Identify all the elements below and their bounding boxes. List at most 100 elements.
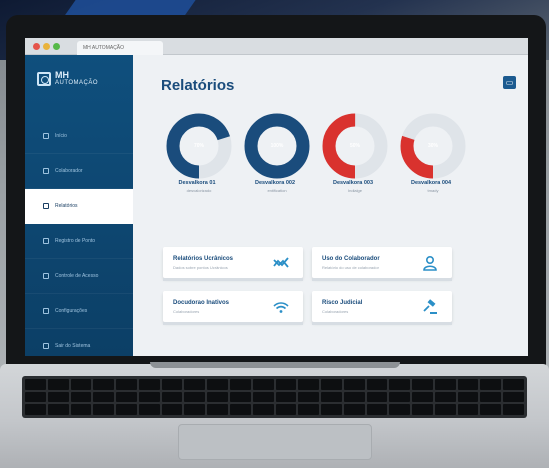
keyboard-key — [434, 391, 456, 403]
keyboard-key — [366, 404, 388, 415]
card-subtitle: Colaboradores — [173, 309, 200, 314]
keyboard-key — [70, 404, 92, 415]
sidebar-item-registro-ponto[interactable]: Registro de Ponto — [25, 224, 133, 259]
card-underline — [312, 278, 452, 281]
keyboard-key — [252, 404, 274, 415]
keyboard-key — [207, 404, 228, 415]
keyboard-key — [116, 391, 137, 403]
card-uso-colaborador[interactable]: Uso do Colaborador Relatório do uso de c… — [312, 247, 452, 281]
keyboard-key — [161, 391, 183, 403]
keyboard-key — [503, 404, 524, 415]
gear-icon — [43, 308, 49, 314]
maximize-window-button[interactable] — [53, 43, 60, 50]
keyboard-key — [366, 391, 388, 403]
gauge-label: Desvalkora 004 — [410, 180, 452, 186]
keyboard-key — [298, 379, 320, 390]
keyboard-key — [503, 379, 524, 390]
sidebar-item-label: Colaborador — [55, 168, 83, 174]
card-title: Relatórios Ucrânicos — [173, 256, 234, 262]
keyboard-key — [412, 391, 433, 403]
gauge-1[interactable]: 70% Desvalkora 01 desvalorizado — [161, 110, 233, 200]
card-underline — [163, 322, 303, 325]
keyboard-key — [321, 404, 342, 415]
card-relatorios-ucranicos[interactable]: Relatórios Ucrânicos Dados sobre pontos … — [163, 247, 303, 281]
minimize-window-button[interactable] — [43, 43, 50, 50]
report-icon — [43, 203, 49, 209]
lock-icon — [43, 273, 49, 279]
sidebar-item-label: Configurações — [55, 308, 88, 314]
card-docudorao-inativos[interactable]: Docudorao Inativos Colaboradores — [163, 291, 303, 325]
gauge-3[interactable]: 50% Desvalkora 003 Indialge — [317, 110, 389, 200]
sidebar-item-relatorios[interactable]: Relatórios — [25, 189, 133, 224]
gauge-label: Desvalkora 01 — [178, 180, 216, 186]
card-underline — [163, 278, 303, 281]
app-logo[interactable]: MH AUTOMAÇÃO — [37, 71, 98, 86]
keyboard-key — [434, 379, 456, 390]
browser-window: MH AUTOMAÇÃO MH AUTOMAÇÃO Início Colabor… — [25, 38, 528, 356]
gauge-2[interactable]: 100% Desvalkora 002 entification — [239, 110, 311, 200]
keyboard-key — [25, 404, 46, 415]
card-subtitle: Dados sobre pontos Ucrânicos — [173, 265, 228, 270]
user-icon — [423, 255, 437, 271]
laptop-trackpad — [178, 424, 372, 460]
keyboard-key — [480, 404, 502, 415]
sidebar-item-colaborador[interactable]: Colaborador — [25, 154, 133, 189]
card-title: Risco Judicial — [322, 300, 363, 306]
keyboard-key — [184, 404, 206, 415]
clock-icon — [43, 238, 49, 244]
keyboard-key — [25, 379, 46, 390]
home-icon — [43, 133, 49, 139]
logo-mark-icon — [37, 71, 51, 86]
sidebar-item-controle-acesso[interactable]: Controle de Acesso — [25, 259, 133, 294]
logo-brand: MH — [55, 70, 69, 80]
keyboard-key — [298, 391, 320, 403]
keyboard-key — [343, 379, 365, 390]
card-title: Docudorao Inativos — [173, 300, 230, 306]
wifi-icon — [273, 302, 289, 313]
laptop-keyboard — [22, 376, 527, 418]
sidebar-item-label: Relatórios — [55, 203, 78, 209]
sidebar-item-label: Controle de Acesso — [55, 273, 99, 279]
keyboard-key — [70, 379, 92, 390]
sidebar-nav: Início Colaborador Relatórios Registro d… — [25, 119, 133, 356]
sidebar-item-label: Início — [55, 133, 67, 139]
gavel-icon — [423, 299, 437, 314]
sidebar-item-label: Sair do Sistema — [55, 343, 91, 349]
close-window-button[interactable] — [33, 43, 40, 50]
browser-tab[interactable]: MH AUTOMAÇÃO — [77, 41, 163, 55]
gauge-percent: 50% — [349, 143, 360, 149]
keyboard-key — [229, 379, 251, 390]
pencil-icon — [43, 168, 49, 174]
card-risco-judicial[interactable]: Risco Judicial Colaboradores — [312, 291, 452, 325]
keyboard-key — [161, 404, 183, 415]
gauge-sublabel: desvalorizado — [186, 188, 212, 193]
menu-button[interactable]: ▭ — [503, 76, 516, 89]
keyboard-key — [184, 379, 206, 390]
keyboard-key — [412, 404, 433, 415]
keyboard-key — [275, 391, 297, 403]
keyboard-key — [207, 391, 228, 403]
logo-subtitle: AUTOMAÇÃO — [55, 80, 99, 86]
keyboard-key — [93, 379, 115, 390]
keyboard-key — [252, 391, 274, 403]
keyboard-key — [207, 379, 228, 390]
keyboard-key — [480, 379, 502, 390]
keyboard-key — [389, 379, 411, 390]
keyboard-key — [275, 379, 297, 390]
keyboard-key — [93, 404, 115, 415]
keyboard-key — [321, 391, 342, 403]
sidebar-item-configuracoes[interactable]: Configurações — [25, 294, 133, 329]
gauge-label: Desvalkora 003 — [332, 180, 374, 186]
sidebar-item-inicio[interactable]: Início — [25, 119, 133, 154]
keyboard-key — [47, 404, 69, 415]
keyboard-key — [457, 404, 479, 415]
keyboard-key — [275, 404, 297, 415]
keyboard-key — [321, 379, 342, 390]
keyboard-key — [457, 379, 479, 390]
laptop-hinge — [150, 362, 400, 368]
gauge-4[interactable]: 30% Desvalkora 004 tmady — [395, 110, 467, 200]
sidebar-item-label: Registro de Ponto — [55, 238, 96, 244]
sidebar-item-sair[interactable]: Sair do Sistema — [25, 329, 133, 356]
keyboard-key — [138, 379, 160, 390]
keyboard-key — [47, 391, 69, 403]
